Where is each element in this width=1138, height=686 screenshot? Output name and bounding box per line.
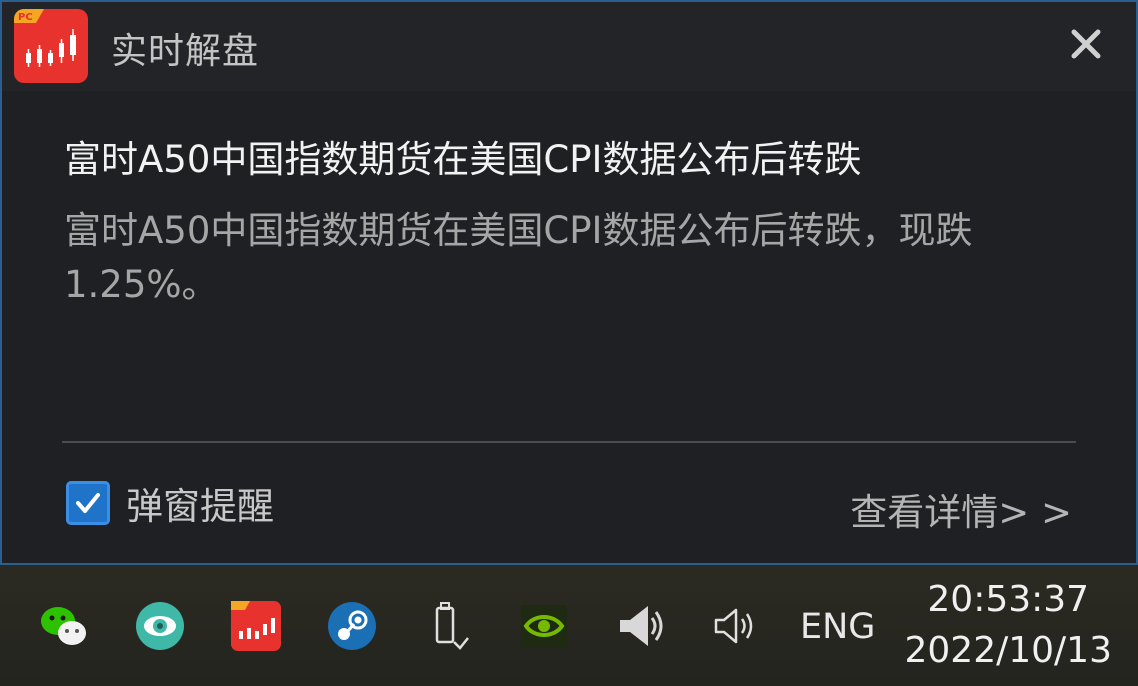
checkmark-icon	[76, 493, 100, 513]
view-details-link[interactable]: 查看详情> >	[850, 482, 1072, 536]
taskbar: ENG 20:53:37 2022/10/13	[0, 565, 1138, 686]
stock-app-logo: PC	[14, 9, 88, 83]
checkbox-label: 弹窗提醒	[126, 485, 274, 528]
stock-app-icon[interactable]	[230, 600, 282, 652]
nvidia-icon[interactable]	[518, 600, 570, 652]
checkbox[interactable]	[66, 481, 110, 525]
input-language-indicator[interactable]: ENG	[800, 607, 875, 647]
notification-body: 富时A50中国指数期货在美国CPI数据公布后转跌，现跌1.25%。	[64, 209, 973, 306]
close-icon	[1071, 29, 1101, 59]
wechat-icon[interactable]	[38, 600, 90, 652]
divider	[62, 441, 1076, 443]
clock-date: 2022/10/13	[904, 630, 1113, 671]
notification-headline: 富时A50中国指数期货在美国CPI数据公布后转跌	[64, 138, 862, 181]
system-clock[interactable]: 20:53:37 2022/10/13	[905, 575, 1113, 677]
eye-care-icon[interactable]	[134, 600, 186, 652]
app-title: 实时解盘	[111, 31, 260, 72]
usb-device-icon[interactable]	[422, 600, 474, 652]
steam-icon[interactable]	[326, 600, 378, 652]
speaker-device-icon[interactable]	[614, 600, 666, 652]
close-button[interactable]	[1068, 26, 1104, 62]
popup-reminder-toggle[interactable]: 弹窗提醒	[66, 480, 274, 528]
popup-titlebar: PC 实时解盘	[2, 2, 1136, 91]
logo-badge-text: PC	[18, 12, 33, 23]
volume-icon[interactable]	[710, 600, 762, 652]
clock-time: 20:53:37	[927, 579, 1090, 620]
